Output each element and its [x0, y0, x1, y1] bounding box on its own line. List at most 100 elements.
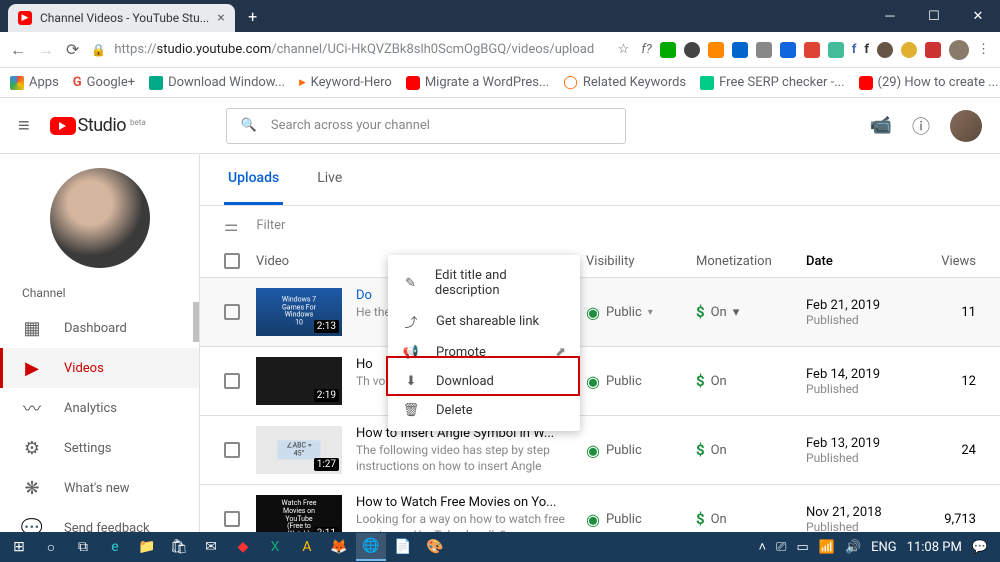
paint-icon[interactable]: 🎨 [420, 533, 450, 561]
sidebar-item-settings[interactable]: ⚙Settings [0, 428, 199, 468]
tab-live[interactable]: Live [313, 154, 346, 205]
table-row[interactable]: Watch Free Movies on YouTube (Free to Wa… [200, 485, 1000, 532]
volume-icon[interactable]: 🔊 [845, 540, 861, 555]
taskview-icon[interactable]: ⧉ [68, 533, 98, 561]
context-menu-item[interactable]: 📢Promote⬈ [388, 338, 580, 367]
video-title[interactable]: Ho [356, 357, 385, 372]
context-menu-item[interactable]: ⤴Get shareable link [388, 305, 580, 338]
bookmark[interactable]: (29) How to create ... [859, 75, 999, 90]
ext-icon[interactable] [708, 42, 724, 58]
tray-up-icon[interactable]: ˄ [758, 539, 766, 555]
bookmark[interactable]: Free SERP checker -... [700, 75, 844, 90]
context-menu-item[interactable]: ⬇Download [388, 367, 580, 396]
clock[interactable]: 11:08 PM [907, 540, 962, 555]
video-thumbnail[interactable]: 2:19 [256, 357, 342, 405]
ext-icon[interactable] [828, 42, 844, 58]
url-field[interactable]: 🔒 https://studio.youtube.com/channel/UCi… [91, 42, 629, 57]
col-visibility[interactable]: Visibility [586, 254, 696, 269]
scroll-handle[interactable] [193, 302, 199, 342]
sidebar-item-analytics[interactable]: 〰Analytics [0, 388, 199, 428]
monetization-cell[interactable]: $On [696, 510, 806, 528]
visibility-cell[interactable]: ◉Public [586, 510, 696, 529]
tab-close-icon[interactable]: × [217, 10, 224, 26]
ext-icon[interactable]: f [852, 42, 857, 57]
chrome-icon[interactable]: 🌐 [356, 533, 386, 561]
monetization-cell[interactable]: $On [696, 372, 806, 390]
filter-icon[interactable]: ⚌ [224, 216, 238, 235]
ext-icon[interactable] [925, 42, 941, 58]
bookmark[interactable]: GGoogle+ [73, 75, 135, 90]
edge-icon[interactable]: e [100, 533, 130, 561]
app-icon[interactable]: ◆ [228, 533, 258, 561]
visibility-cell[interactable]: ◉Public [586, 372, 696, 391]
explorer-icon[interactable]: 📁 [132, 533, 162, 561]
tray-icon[interactable]: ⎚ [776, 540, 786, 555]
start-button[interactable]: ⊞ [4, 533, 34, 561]
ext-icon[interactable] [804, 42, 820, 58]
new-tab-button[interactable]: + [241, 4, 265, 28]
account-avatar[interactable] [950, 110, 982, 142]
reload-button[interactable]: ⟳ [66, 40, 79, 59]
row-checkbox[interactable] [224, 304, 240, 320]
col-date[interactable]: Date [806, 254, 916, 269]
table-row[interactable]: 2:19 HoTh vo ◉Public $On Feb 14, 2019Pub… [200, 347, 1000, 416]
visibility-cell[interactable]: ◉Public▾ [586, 303, 696, 322]
channel-profile[interactable] [0, 154, 199, 278]
bookmark-apps[interactable]: Apps [10, 75, 59, 90]
ads-icon[interactable]: A [292, 533, 322, 561]
mail-icon[interactable]: ✉ [196, 533, 226, 561]
context-menu-item[interactable]: ✎Edit title and description [388, 261, 580, 305]
back-button[interactable]: ← [10, 40, 26, 60]
col-views[interactable]: Views [916, 254, 976, 269]
bookmark[interactable]: ◯Related Keywords [563, 75, 686, 90]
context-menu-item[interactable]: 🗑Delete [388, 396, 580, 425]
sidebar-item-videos[interactable]: ▶Videos [0, 348, 199, 388]
ext-icon[interactable] [780, 42, 796, 58]
bookmark[interactable]: Download Window... [149, 75, 285, 90]
video-thumbnail[interactable]: Watch Free Movies on YouTube (Free to Wa… [256, 495, 342, 532]
row-checkbox[interactable] [224, 373, 240, 389]
notifications-icon[interactable]: 💬 [972, 540, 988, 555]
notes-icon[interactable]: 📄 [388, 533, 418, 561]
visibility-cell[interactable]: ◉Public [586, 441, 696, 460]
studio-logo[interactable]: Studio beta [50, 115, 146, 136]
window-maximize-button[interactable]: ☐ [912, 0, 956, 32]
hamburger-menu-icon[interactable]: ≡ [18, 113, 30, 138]
lang-indicator[interactable]: ENG [871, 540, 897, 555]
star-icon[interactable]: ☆ [618, 42, 630, 57]
video-title[interactable]: Do [356, 288, 391, 303]
video-title[interactable]: How to Watch Free Movies on Yo... [356, 495, 586, 510]
sidebar-item-dashboard[interactable]: ▦Dashboard [0, 308, 199, 348]
monetization-cell[interactable]: $On▾ [696, 303, 806, 321]
browser-menu-icon[interactable]: ⋮ [977, 42, 990, 57]
table-row[interactable]: ∠ABC = 45°1:27 How to Insert Angle Symbo… [200, 416, 1000, 485]
table-row[interactable]: Windows 7 Games For Windows 102:13 DoHe … [200, 278, 1000, 347]
battery-icon[interactable]: ▭ [796, 540, 808, 555]
filter-label[interactable]: Filter [256, 218, 285, 233]
row-checkbox[interactable] [224, 442, 240, 458]
row-checkbox[interactable] [224, 511, 240, 527]
sidebar-item-feedback[interactable]: 💬Send feedback [0, 508, 199, 532]
wifi-icon[interactable]: 📶 [819, 540, 835, 555]
ext-icon[interactable]: f [864, 42, 869, 57]
bookmark[interactable]: ▸Keyword-Hero [299, 75, 392, 90]
ext-icon[interactable] [684, 42, 700, 58]
tab-uploads[interactable]: Uploads [224, 154, 283, 205]
video-thumbnail[interactable]: ∠ABC = 45°1:27 [256, 426, 342, 474]
cortana-icon[interactable]: ○ [36, 533, 66, 561]
ext-icon[interactable] [877, 42, 893, 58]
firefox-icon[interactable]: 🦊 [324, 533, 354, 561]
ext-icon[interactable] [732, 42, 748, 58]
excel-icon[interactable]: X [260, 533, 290, 561]
sidebar-item-whatsnew[interactable]: ❋What's new [0, 468, 199, 508]
store-icon[interactable]: 🛍 [164, 533, 194, 561]
video-thumbnail[interactable]: Windows 7 Games For Windows 102:13 [256, 288, 342, 336]
window-minimize-button[interactable]: ─ [868, 0, 912, 32]
select-all-checkbox[interactable] [224, 253, 240, 269]
search-input[interactable]: 🔍 Search across your channel [226, 108, 626, 144]
ext-icon[interactable] [901, 42, 917, 58]
window-close-button[interactable]: ✕ [956, 0, 1000, 32]
ext-icon[interactable] [660, 42, 676, 58]
avatar-icon[interactable] [949, 40, 969, 60]
monetization-cell[interactable]: $On [696, 441, 806, 459]
